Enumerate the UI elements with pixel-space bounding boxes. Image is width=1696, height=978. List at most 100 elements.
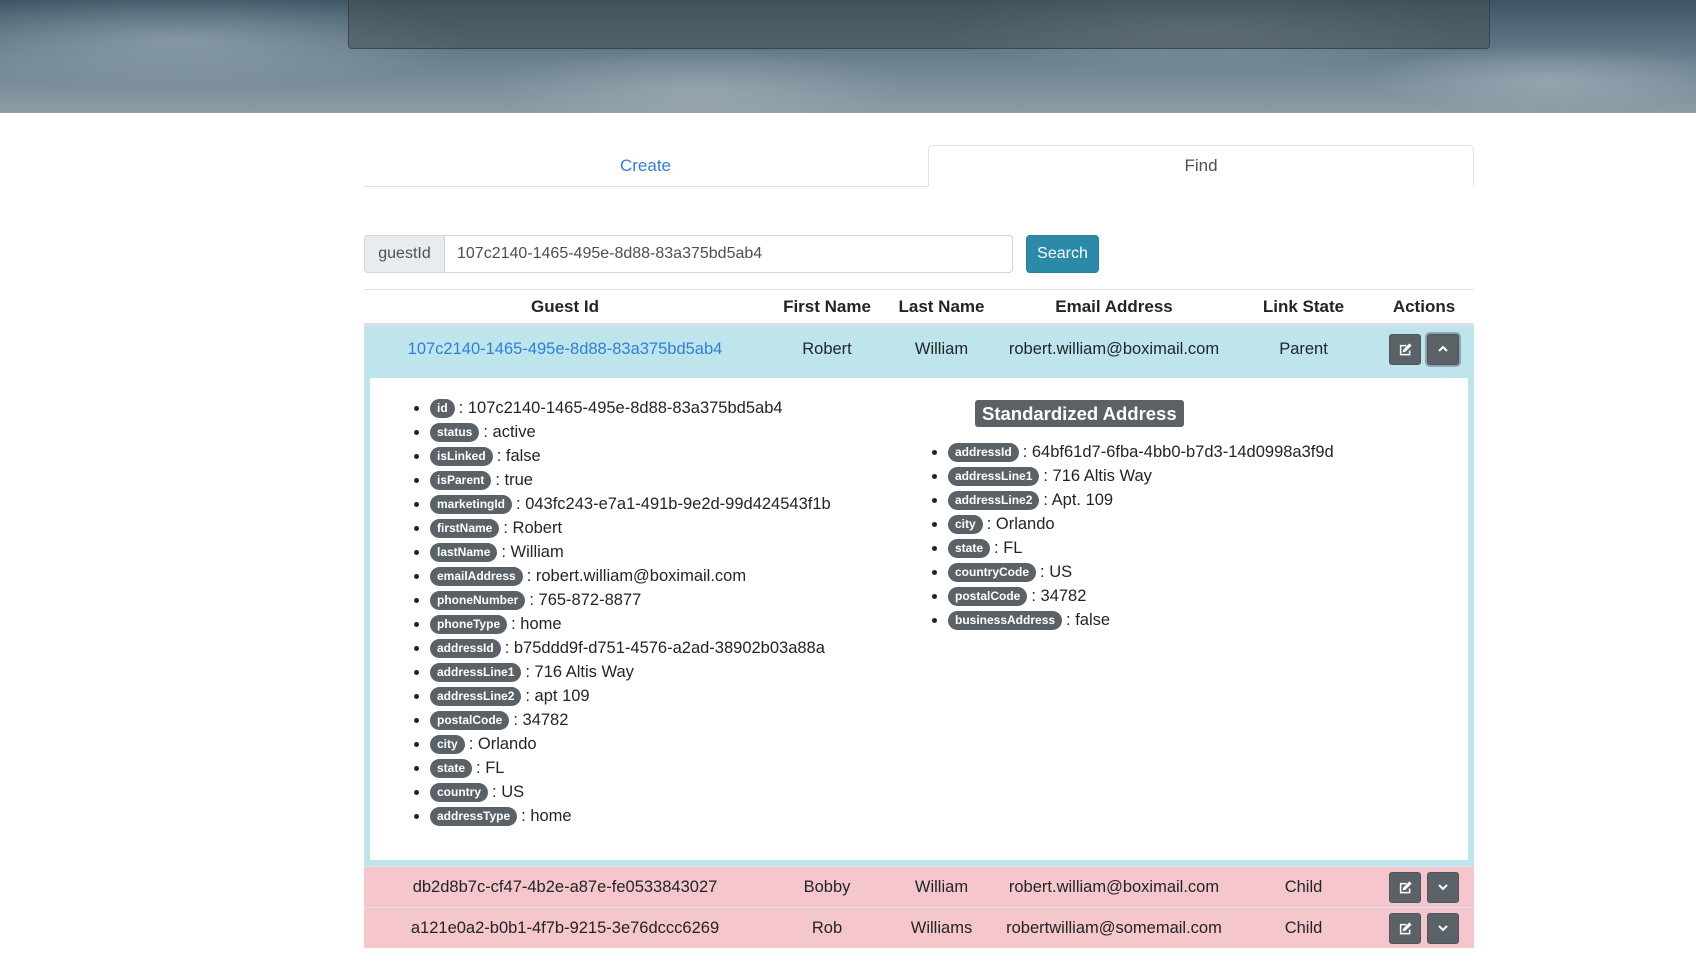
standardized-address-title: Standardized Address [975, 400, 1184, 427]
actions-cell [1374, 867, 1474, 907]
tab-create[interactable]: Create [364, 145, 927, 187]
search-group: guestId [364, 235, 1013, 273]
guest-id-prefix-label: guestId [364, 235, 444, 273]
detail-item: addressId: 64bf61d7-6fba-4bb0-b7d3-14d09… [948, 440, 1334, 464]
header-last-name: Last Name [898, 296, 985, 316]
header-first-name: First Name [783, 296, 871, 316]
field-separator: : [503, 519, 513, 537]
field-value: false [1075, 611, 1111, 629]
guest-id-cell: 107c2140-1465-495e-8d88-83a375bd5ab4 [364, 326, 766, 372]
guest-detail-card: id: 107c2140-1465-495e-8d88-83a375bd5ab4… [370, 378, 1468, 860]
field-key-badge: postalCode [948, 587, 1028, 606]
link-state-cell: Parent [1279, 339, 1328, 358]
field-value: 34782 [1040, 587, 1087, 605]
field-key-badge: id [430, 399, 455, 418]
last-name-cell: William [914, 877, 969, 896]
table-row[interactable]: db2d8b7c-cf47-4b2e-a87e-fe0533843027 Bob… [364, 866, 1474, 907]
field-key-badge: state [430, 759, 473, 778]
field-value: 64bf61d7-6fba-4bb0-b7d3-14d0998a3f9d [1031, 443, 1334, 461]
field-key-badge: marketingId [430, 495, 513, 514]
field-key-badge: addressType [430, 807, 518, 826]
detail-item: addressLine1: 716 Altis Way [948, 464, 1334, 488]
field-value: 107c2140-1465-495e-8d88-83a375bd5ab4 [467, 399, 783, 417]
field-value: Robert [512, 519, 563, 537]
field-key-badge: city [948, 515, 983, 534]
edit-button[interactable] [1389, 912, 1421, 944]
field-value: US [501, 783, 525, 801]
detail-item: countryCode: US [948, 560, 1334, 584]
field-value: true [504, 471, 533, 489]
expand-button[interactable] [1427, 912, 1459, 944]
edit-button[interactable] [1389, 333, 1421, 365]
guest-id-search-input[interactable] [444, 235, 1013, 273]
field-key-badge: isParent [430, 471, 492, 490]
collapse-button[interactable] [1427, 333, 1459, 365]
field-value: home [520, 615, 562, 633]
field-key-badge: addressLine2 [948, 491, 1040, 510]
search-button[interactable]: Search [1026, 235, 1099, 273]
edit-button[interactable] [1389, 871, 1421, 903]
field-separator: : [496, 447, 506, 465]
field-separator: : [994, 539, 1004, 557]
first-name-cell: Robert [802, 339, 852, 358]
edit-icon [1399, 921, 1412, 934]
header-banner [0, 0, 1696, 113]
detail-item: state: FL [430, 756, 831, 780]
field-separator: : [511, 615, 521, 633]
field-separator: : [513, 711, 523, 729]
field-key-badge: countryCode [948, 563, 1037, 582]
detail-item: city: Orlando [948, 512, 1334, 536]
field-key-badge: status [430, 423, 480, 442]
field-separator: : [1031, 587, 1041, 605]
field-key-badge: phoneNumber [430, 591, 526, 610]
tab-find[interactable]: Find [928, 145, 1474, 187]
field-value: FL [1003, 539, 1023, 557]
field-value: 765-872-8877 [538, 591, 642, 609]
field-key-badge: city [430, 735, 465, 754]
guest-id-link[interactable]: 107c2140-1465-495e-8d88-83a375bd5ab4 [408, 340, 723, 359]
field-value: apt 109 [534, 687, 590, 705]
field-key-badge: postalCode [430, 711, 510, 730]
email-cell: robertwilliam@somemail.com [1006, 918, 1222, 937]
field-key-badge: addressId [430, 639, 501, 658]
field-value: William [510, 543, 564, 561]
field-value: robert.william@boximail.com [535, 567, 747, 585]
field-key-badge: isLinked [430, 447, 493, 466]
field-value: 716 Altis Way [1052, 467, 1152, 485]
field-separator: : [525, 663, 535, 681]
field-value: false [505, 447, 541, 465]
chevron-down-icon [1438, 925, 1448, 932]
table-row-parent[interactable]: 107c2140-1465-495e-8d88-83a375bd5ab4 Rob… [364, 325, 1474, 372]
field-separator: : [516, 495, 526, 513]
guest-id-cell: db2d8b7c-cf47-4b2e-a87e-fe0533843027 [412, 877, 718, 896]
field-separator: : [458, 399, 468, 417]
detail-item: postalCode: 34782 [430, 708, 831, 732]
guest-id-cell: a121e0a2-b0b1-4f7b-9215-3e76dccc6269 [410, 918, 720, 937]
edit-icon [1399, 342, 1412, 355]
edit-icon [1399, 880, 1412, 893]
standardized-address-list: addressId: 64bf61d7-6fba-4bb0-b7d3-14d09… [930, 440, 1334, 632]
email-cell: robert.william@boximail.com [1008, 877, 1220, 896]
field-separator: : [483, 423, 493, 441]
detail-item: addressType: home [430, 804, 831, 828]
detail-item: addressLine2: apt 109 [430, 684, 831, 708]
expand-button[interactable] [1427, 871, 1459, 903]
field-key-badge: addressLine2 [430, 687, 522, 706]
field-key-badge: phoneType [430, 615, 508, 634]
field-key-badge: state [948, 539, 991, 558]
field-key-badge: businessAddress [948, 611, 1063, 630]
field-separator: : [1043, 467, 1053, 485]
detail-item: status: active [430, 420, 831, 444]
header-actions: Actions [1392, 296, 1456, 316]
link-state-cell: Child [1284, 877, 1323, 896]
table-row[interactable]: a121e0a2-b0b1-4f7b-9215-3e76dccc6269 Rob… [364, 907, 1474, 948]
field-separator: : [521, 807, 531, 825]
field-value: home [530, 807, 572, 825]
field-separator: : [476, 759, 486, 777]
field-value: 716 Altis Way [534, 663, 634, 681]
field-separator: : [495, 471, 505, 489]
tab-bar: Create Find [364, 145, 1474, 187]
header-email-address: Email Address [1055, 296, 1173, 316]
detail-item: addressLine2: Apt. 109 [948, 488, 1334, 512]
link-state-cell: Child [1284, 918, 1323, 937]
